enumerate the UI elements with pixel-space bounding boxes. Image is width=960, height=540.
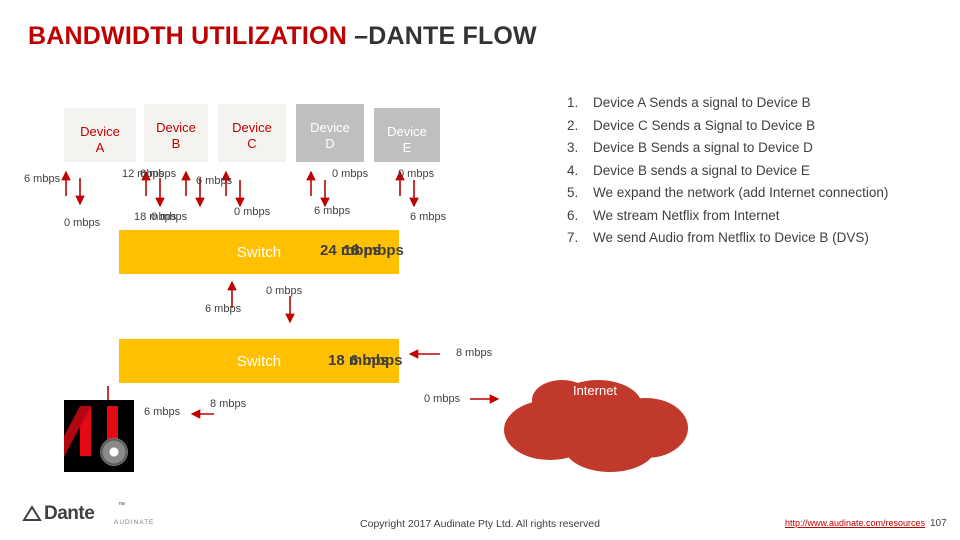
footer-page-number: 107 (930, 518, 947, 529)
step-text: Device B sends a signal to Device E (593, 162, 810, 178)
step-text: Device C Sends a Signal to Device B (593, 117, 816, 133)
label-e-down: 6 mbps (410, 211, 447, 223)
step-number: 4. (567, 162, 579, 178)
step-text: We expand the network (add Internet conn… (593, 185, 889, 200)
step-number: 5. (567, 185, 579, 200)
slide-root: BANDWIDTH UTILIZATION –DANTE FLOW Device… (0, 0, 960, 540)
label-d-down: 6 mbps (314, 205, 351, 217)
label-a-up: 6 mbps (24, 173, 61, 185)
label-b-down-right: 0 mbps (151, 211, 188, 223)
step-item: 5. We expand the network (add Internet c… (567, 182, 927, 205)
step-text: Device B Sends a signal to Device D (593, 140, 813, 155)
label-switch-top-right-b: 18 mbps (343, 242, 404, 259)
step-number: 7. (567, 230, 579, 245)
step-item: 3. Device B Sends a signal to Device D (567, 137, 927, 160)
label-netflix-left: 6 mbps (144, 406, 181, 418)
netflix-logo-icon (64, 400, 134, 472)
step-item: 1. Device A Sends a signal to Device B (567, 92, 927, 115)
label-netflix-right: 8 mbps (210, 398, 247, 410)
label-switch-mid-down: 6 mbps (205, 303, 242, 315)
label-internet-out: 0 mbps (424, 393, 461, 405)
step-item: 4. Device B sends a signal to Device E (567, 160, 927, 183)
label-internet-in: 8 mbps (456, 347, 493, 359)
step-text: We stream Netflix from Internet (593, 207, 780, 223)
step-number: 1. (567, 95, 579, 110)
label-d-up: 0 mbps (332, 168, 369, 180)
label-c-down: 0 mbps (234, 206, 271, 218)
label-switch-mid-up: 0 mbps (266, 285, 303, 297)
step-item: 6. We stream Netflix from Internet (567, 205, 927, 228)
step-number: 6. (567, 207, 579, 223)
step-text: Device A Sends a signal to Device B (593, 95, 811, 110)
step-item: 2. Device C Sends a Signal to Device B (567, 115, 927, 138)
footer-resources-link[interactable]: http://www.audinate.com/resources (785, 518, 925, 528)
internet-label: Internet (572, 383, 618, 398)
steps-list: 1. Device A Sends a signal to Device B 2… (567, 92, 927, 250)
label-e-up: 0 mbps (398, 168, 435, 180)
connector-arrows (61, 170, 500, 420)
label-c-up: 6 mbps (196, 175, 233, 187)
step-item: 7. We send Audio from Netflix to Device … (567, 227, 927, 250)
step-number: 2. (567, 117, 579, 133)
label-a-down: 0 mbps (64, 217, 101, 229)
step-text: We send Audio from Netflix to Device B (… (593, 230, 869, 245)
step-number: 3. (567, 140, 579, 155)
label-b-up-right: 6 mbps (140, 168, 177, 180)
dante-tm: ™ (118, 502, 125, 509)
label-switch-bottom-right-b: 6 mbps (350, 352, 403, 369)
